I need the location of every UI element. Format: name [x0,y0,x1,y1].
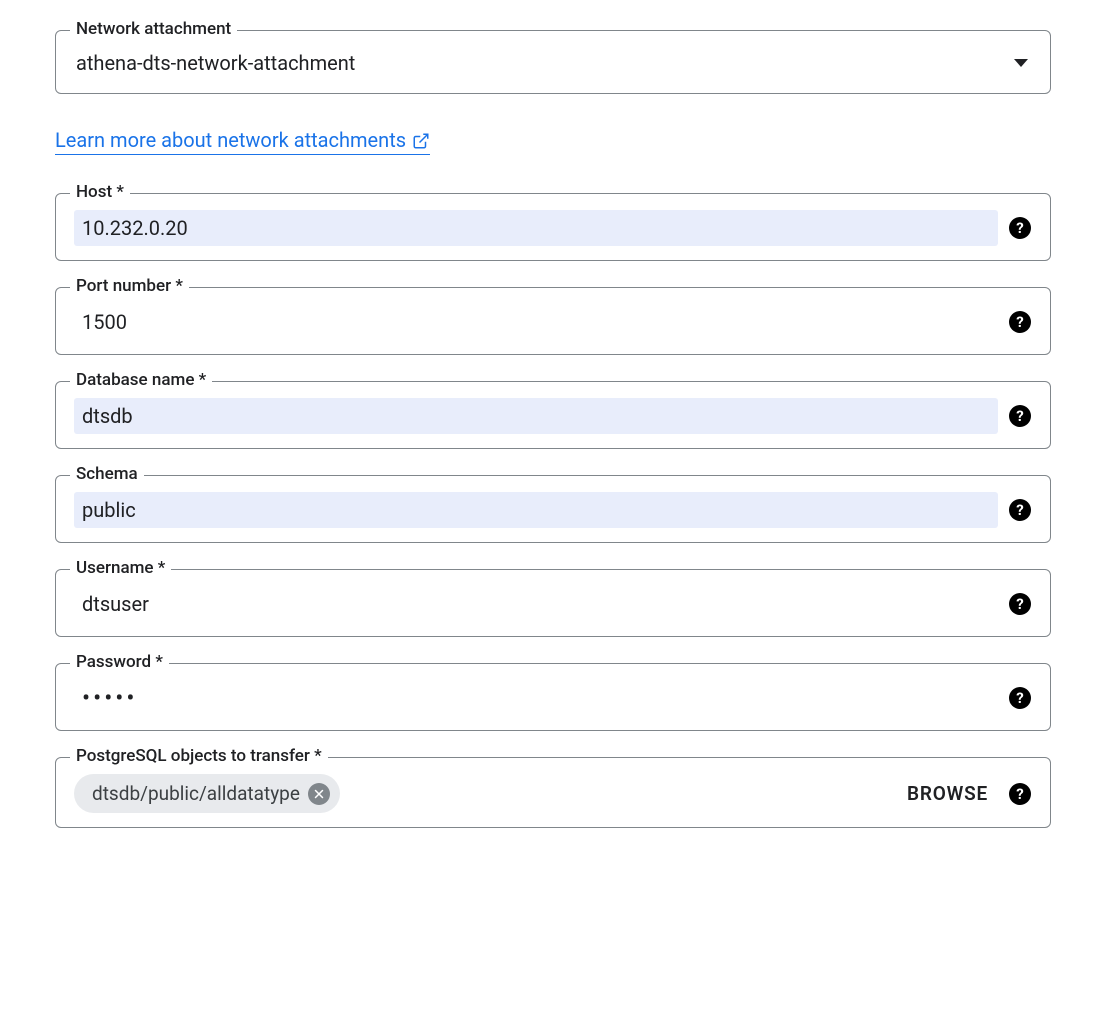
help-icon[interactable]: ? [1008,216,1032,240]
help-icon[interactable]: ? [1008,310,1032,334]
port-input[interactable] [74,304,998,340]
host-label: Host * [70,182,130,202]
objects-chip-container: dtsdb/public/alldatatype [74,774,887,813]
close-icon[interactable] [308,783,330,805]
help-icon[interactable]: ? [1008,592,1032,616]
port-field-group: Port number * ? [55,287,1051,355]
svg-text:?: ? [1016,595,1023,613]
svg-text:?: ? [1016,219,1023,237]
external-link-icon [412,131,430,149]
help-icon[interactable]: ? [1008,686,1032,710]
objects-field-group: PostgreSQL objects to transfer * dtsdb/p… [55,757,1051,828]
svg-text:?: ? [1016,689,1023,707]
svg-text:?: ? [1016,501,1023,519]
schema-label: Schema [70,464,144,484]
objects-label: PostgreSQL objects to transfer * [70,746,328,766]
password-field-group: Password * ••••• ? [55,663,1051,731]
host-field-group: Host * ? [55,193,1051,261]
help-icon[interactable]: ? [1008,404,1032,428]
username-field-group: Username * ? [55,569,1051,637]
learn-more-text: Learn more about network attachments [55,128,406,152]
chevron-down-icon [1014,59,1028,67]
help-icon[interactable]: ? [1008,498,1032,522]
browse-button[interactable]: BROWSE [897,776,998,811]
learn-more-link[interactable]: Learn more about network attachments [55,128,430,155]
svg-text:?: ? [1016,313,1023,331]
object-chip-text: dtsdb/public/alldatatype [92,782,300,805]
port-label: Port number * [70,276,189,296]
help-icon[interactable]: ? [1008,782,1032,806]
database-field-group: Database name * ? [55,381,1051,449]
password-input[interactable]: ••••• [74,680,998,716]
object-chip: dtsdb/public/alldatatype [74,774,340,813]
network-attachment-label: Network attachment [70,19,237,39]
svg-text:?: ? [1016,407,1023,425]
schema-field-group: Schema ? [55,475,1051,543]
svg-text:?: ? [1016,785,1023,803]
host-input[interactable] [74,210,998,246]
database-input[interactable] [74,398,998,434]
username-input[interactable] [74,586,998,622]
network-attachment-select[interactable]: Network attachment athena-dts-network-at… [55,30,1051,94]
network-attachment-value: athena-dts-network-attachment [74,47,1004,79]
schema-input[interactable] [74,492,998,528]
password-label: Password * [70,652,169,672]
database-label: Database name * [70,370,212,390]
username-label: Username * [70,558,171,578]
